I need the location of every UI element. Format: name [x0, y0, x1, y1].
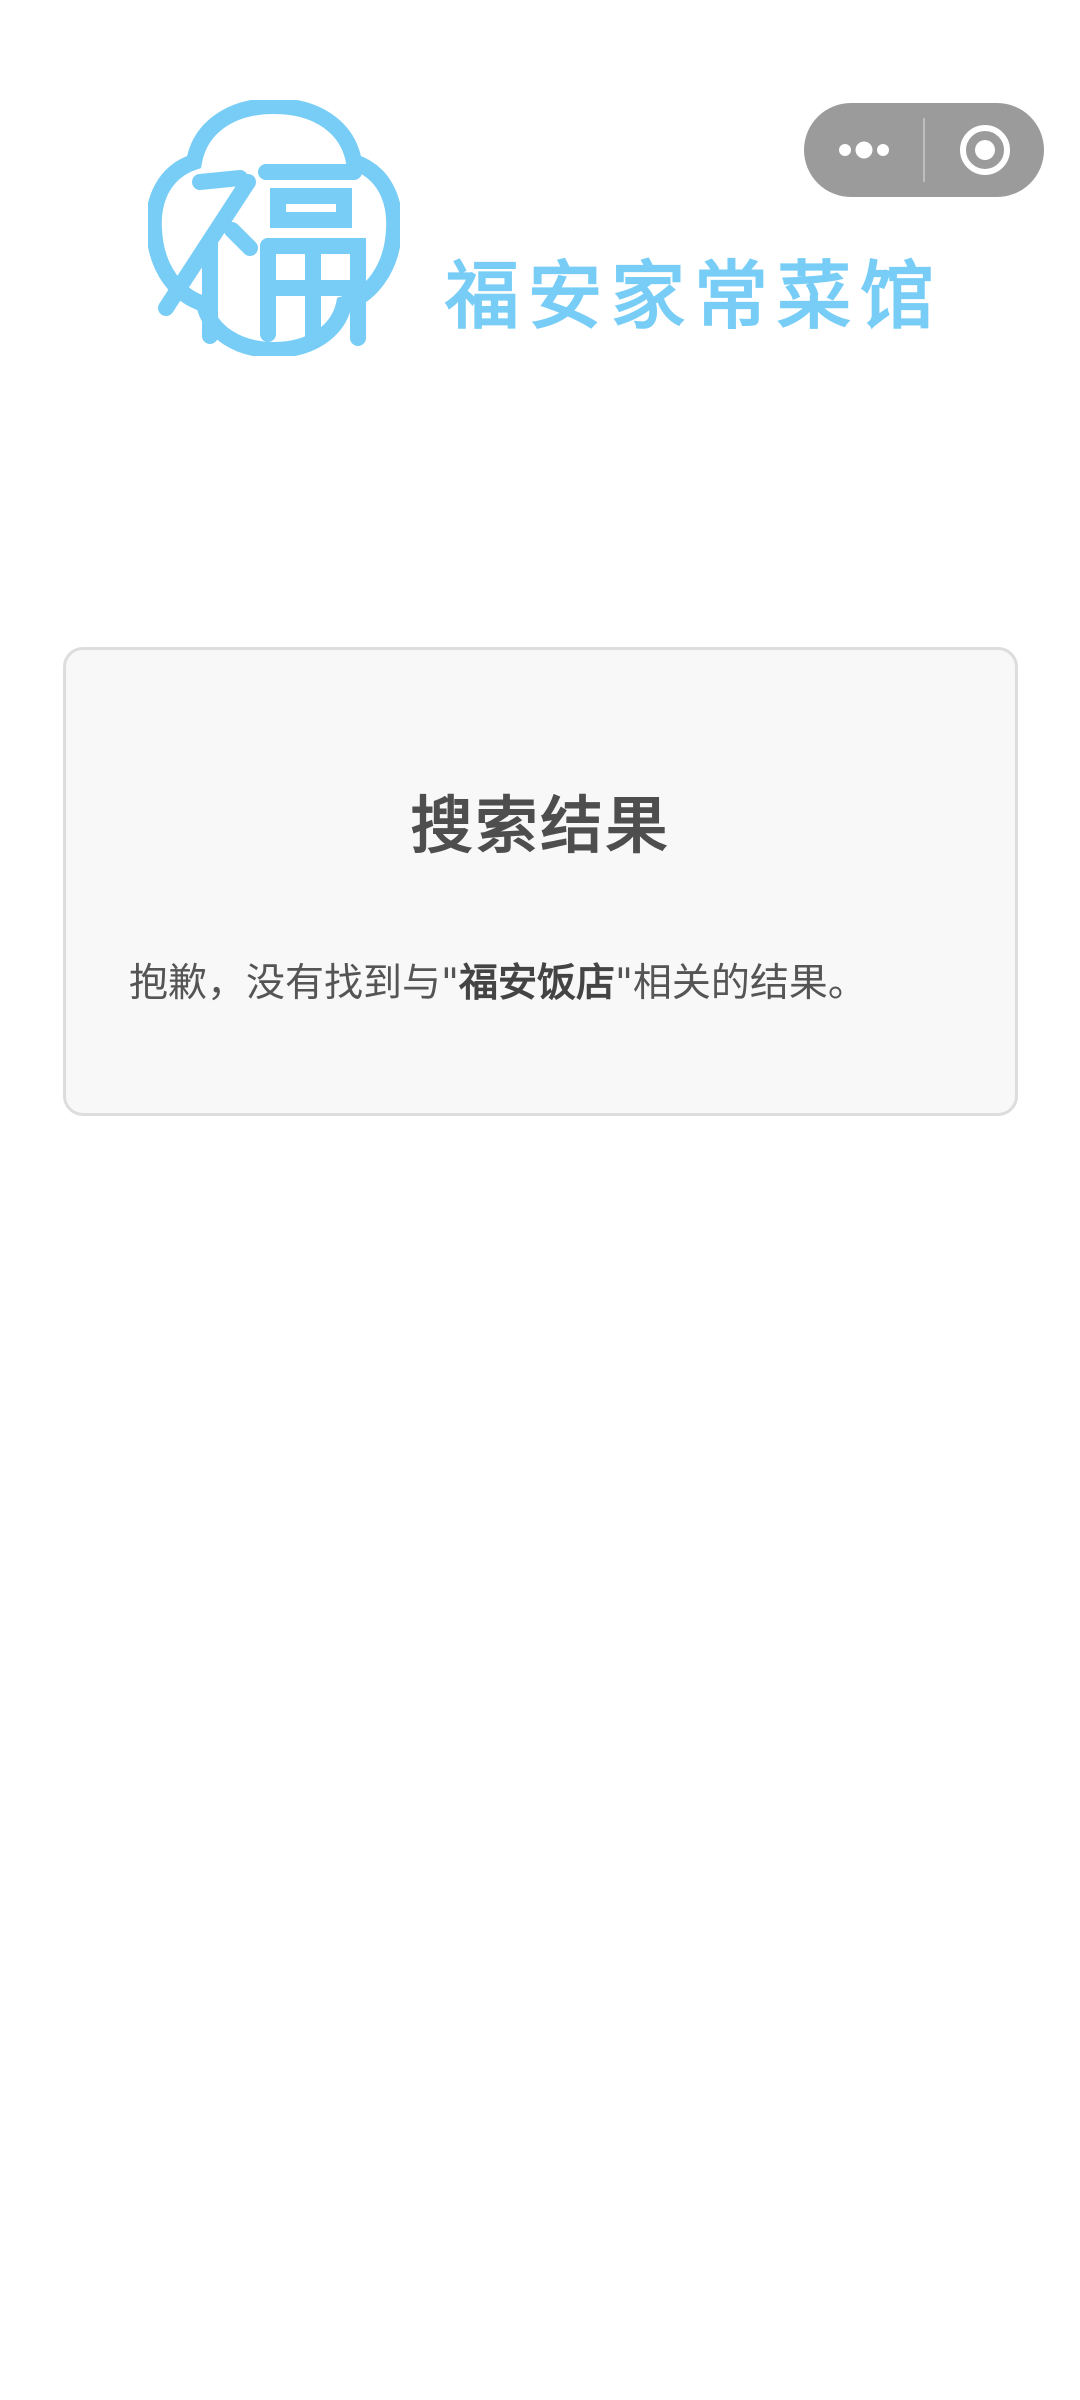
result-title: 搜索结果 — [410, 789, 671, 862]
search-result-card: 搜索结果 抱歉，没有找到与"福安饭店"相关的结果。 — [63, 647, 1018, 1116]
close-button[interactable] — [925, 103, 1044, 197]
search-keyword: 福安饭店 — [458, 961, 615, 1006]
message-suffix: "相关的结果。 — [614, 961, 867, 1006]
message-prefix: 抱歉，没有找到与" — [129, 961, 459, 1006]
search-result-page: 福安家常菜馆 搜索结果 抱歉，没有找到与"福安饭店"相关的结果。 — [0, 0, 1080, 2400]
target-circle-icon — [959, 125, 1010, 175]
fu-seal-logo-icon — [148, 100, 400, 356]
no-result-message: 抱歉，没有找到与"福安饭店"相关的结果。 — [129, 952, 867, 1008]
mini-program-capsule — [804, 103, 1044, 197]
more-button[interactable] — [804, 103, 923, 197]
brand-name: 福安家常菜馆 — [445, 253, 943, 340]
more-dots-icon — [838, 141, 889, 159]
